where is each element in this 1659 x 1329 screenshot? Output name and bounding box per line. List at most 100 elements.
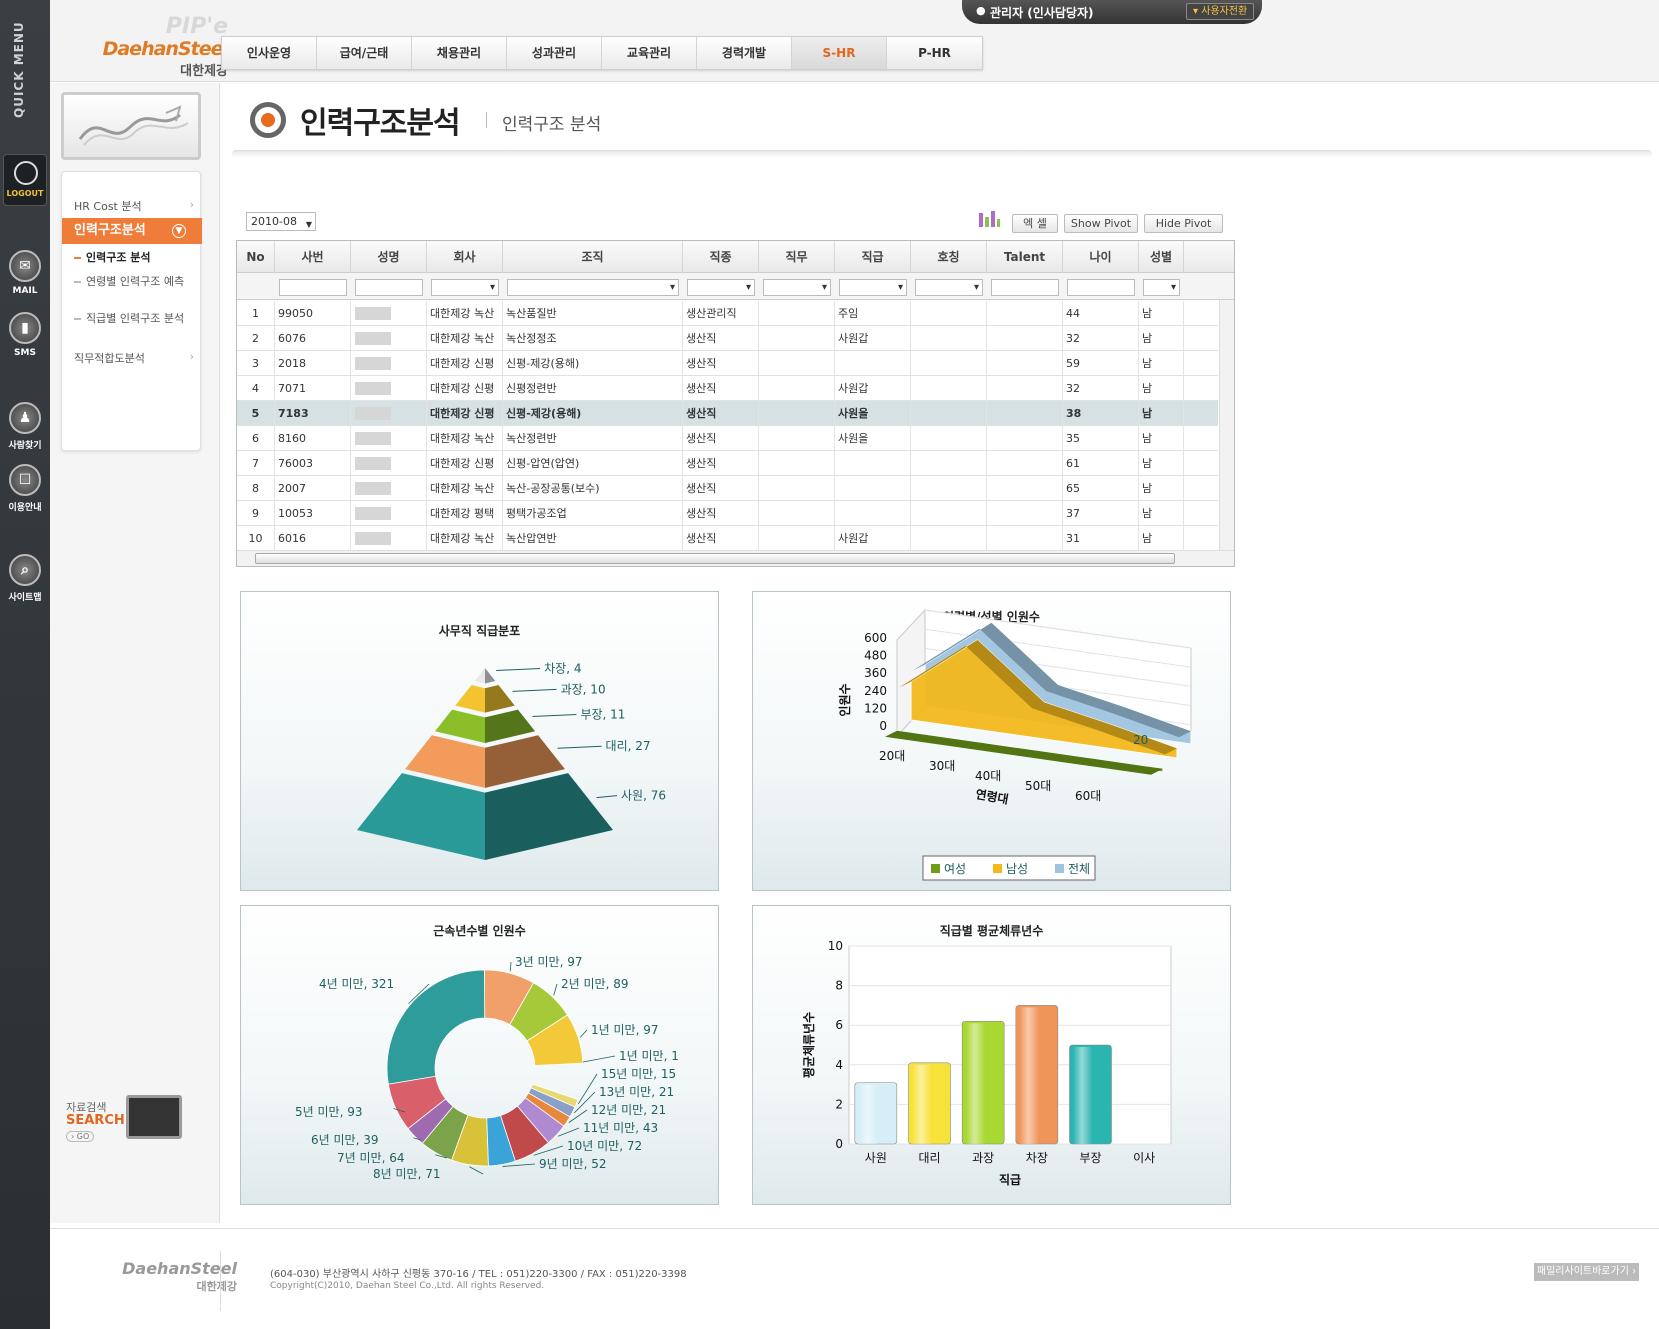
y-tick-label: 2 [835,1097,843,1111]
column-header-age[interactable]: 나이 [1063,241,1139,273]
horizontal-scrollbar[interactable] [237,550,1234,566]
column-header-talent[interactable]: Talent [987,241,1063,273]
cell-no: 9 [237,501,275,526]
cell-age: 38 [1063,401,1139,426]
cell-gender: 남 [1139,301,1184,326]
chart-icon[interactable] [977,209,1001,229]
filter-duty[interactable] [763,279,831,296]
cell-gender: 남 [1139,451,1184,476]
table-row[interactable]: 3 2018 대한제강 신평 신평-제강(용해) 생산직 59 남 [237,351,1218,376]
table-row[interactable]: 4 7071 대한제강 신평 신평정련반 생산직 사원갑 32 남 [237,376,1218,401]
cell-age: 59 [1063,351,1139,376]
filter-title[interactable] [915,279,983,296]
date-select-value: 2010-08 [251,215,297,228]
table-row[interactable]: 9 10053 대한제강 평택 평택가공조업 생산직 37 남 [237,501,1218,526]
quick-mail-button[interactable]: ✉ MAIL [3,250,47,306]
table-row[interactable]: 7 76003 대한제강 신평 신평-압연(압연) 생산직 61 남 [237,451,1218,476]
side-submenu-grade-analysis[interactable]: 직급별 인력구조 분석 [72,311,197,326]
filter-talent[interactable] [991,279,1059,296]
column-header-emp-id[interactable]: 사번 [275,241,351,273]
logo[interactable]: PIP'e DaehanSteel 대한제강 [78,14,229,79]
quick-sitemap-button[interactable]: ⌕ 사이트맵 [3,554,47,610]
quick-sms-button[interactable]: ▮ SMS [3,312,47,368]
column-header-duty[interactable]: 직무 [759,241,835,273]
table-row[interactable]: 10 6016 대한제강 녹산 녹산압연반 생산직 사원갑 31 남 [237,526,1218,551]
side-menu-job-fit[interactable]: 직무적합도분석 › [62,350,202,366]
nav-tab-education[interactable]: 교육관리 [602,37,697,69]
nav-tab-p-hr[interactable]: P-HR [887,37,982,69]
side-menu-structure[interactable]: 인력구조분석 ▼ [62,218,202,244]
filter-grade[interactable] [839,279,907,296]
quick-people-search-button[interactable]: ♟ 사람찾기 [3,402,47,458]
logout-button[interactable]: LOGOUT [3,154,47,206]
data-label: 15년 미만, 15 [601,1067,676,1081]
show-pivot-button[interactable]: Show Pivot [1064,214,1138,233]
footer-copyright: Copyright(C)2010, Daehan Steel Co.,Ltd. … [270,1281,545,1291]
bar-highlight [1019,1007,1039,1144]
filter-org[interactable] [507,279,679,296]
cell-name [351,326,427,351]
cell-company: 대한제강 녹산 [427,476,503,501]
horizontal-scroll-thumb[interactable] [255,553,1175,564]
column-header-gender[interactable]: 성별 [1139,241,1184,273]
column-header-title[interactable]: 호칭 [911,241,987,273]
date-select[interactable]: 2010-08 ▼ [246,212,316,231]
table-row[interactable]: 5 7183 대한제강 신평 신평-제강(용해) 생산직 사원을 38 남 [237,401,1218,426]
filter-gender[interactable] [1143,279,1180,296]
excel-button[interactable]: 엑 셀 [1012,214,1058,233]
column-header-name[interactable]: 성명 [351,241,427,273]
filter-emp-id[interactable] [279,279,347,296]
nav-tab-recruit[interactable]: 채용관리 [412,37,507,69]
cell-title [911,451,987,476]
column-header-company[interactable]: 회사 [427,241,503,273]
table-row[interactable]: 2 6076 대한제강 녹산 녹산정정조 생산직 사원갑 32 남 [237,326,1218,351]
vertical-scrollbar[interactable] [1219,300,1234,550]
nav-tab-performance[interactable]: 성과관리 [507,37,602,69]
chart-panel-avg-stay: 직급별 평균체류년수 0 2 4 6 8 10 평균체류년수 사원 대리 과장 차장 부장 이사 직급 [752,905,1231,1205]
cell-gender: 남 [1139,401,1184,426]
table-row[interactable]: 1 99050 대한제강 녹산 녹산품질반 생산관리직 주임 44 남 [237,301,1218,326]
quick-guide-button[interactable]: ☐ 이용안내 [3,464,47,520]
nav-tab-s-hr[interactable]: S-HR [792,37,887,69]
cell-duty [759,426,835,451]
y-tick-label: 6 [835,1018,843,1032]
switch-user-button[interactable]: ▾ 사용자전환 [1186,3,1255,20]
side-submenu-structure-analysis[interactable]: 인력구조 분석 [72,250,197,265]
column-header-no[interactable]: No [237,241,275,273]
y-tick-label: 10 [828,939,843,953]
grid-filter-row [237,273,1234,300]
side-search-go-label: GO [76,1132,90,1141]
filter-name[interactable] [355,279,423,296]
cell-grade [835,501,911,526]
cell-no: 5 [237,401,275,426]
column-header-org[interactable]: 조직 [503,241,683,273]
side-search-go-button[interactable]: › GO [66,1131,95,1142]
nav-tab-career[interactable]: 경력개발 [697,37,792,69]
data-label: 과장, 10 [561,682,606,696]
hide-pivot-button[interactable]: Hide Pivot [1144,214,1223,233]
side-menu-hr-cost[interactable]: HR Cost 분석 › [62,198,202,214]
cell-job-type: 생산직 [683,401,759,426]
y-tick-label: 8 [835,979,843,993]
table-row[interactable]: 8 2007 대한제강 녹산 녹산-공장공통(보수) 생산직 65 남 [237,476,1218,501]
cell-grade [835,351,911,376]
table-row[interactable]: 6 8160 대한제강 녹산 녹산정련반 생산직 사원을 35 남 [237,426,1218,451]
cell-org: 녹산압연반 [503,526,683,551]
data-label: 대리, 27 [606,739,651,753]
filter-company[interactable] [431,279,499,296]
side-submenu-age-forecast[interactable]: 연령별 인력구조 예측 [72,274,197,289]
filter-age[interactable] [1067,279,1135,296]
pyramid-segment-shadow [485,685,515,713]
column-header-job-type[interactable]: 직종 [683,241,759,273]
x-tick-label: 대리 [918,1151,940,1165]
cell-org: 녹산정정조 [503,326,683,351]
leader-line [496,668,541,672]
nav-tab-hr-ops[interactable]: 인사운영 [222,37,317,69]
column-header-grade[interactable]: 직급 [835,241,911,273]
filter-job-type[interactable] [687,279,755,296]
family-site-button[interactable]: 패밀리사이트바로가기 › [1534,1263,1639,1281]
data-label: 12년 미만, 21 [591,1103,666,1117]
user-name: 관리자 (인사담당자) [990,6,1094,20]
nav-tab-payroll[interactable]: 급여/근태 [317,37,412,69]
side-search[interactable]: 자료검색 SEARCH › GO [60,1093,220,1163]
